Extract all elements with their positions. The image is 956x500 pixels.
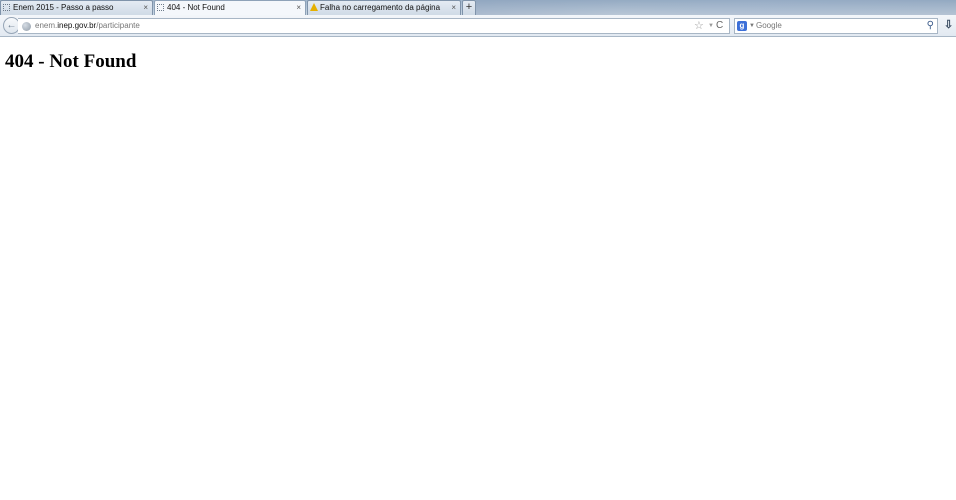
tab-label: Enem 2015 - Passo a passo [13,3,114,12]
page-content: 404 - Not Found [0,38,956,500]
tab-404-not-found[interactable]: 404 - Not Found × [154,0,306,15]
history-dropdown-icon[interactable]: ▼ [708,20,714,33]
tab-falha-carregamento[interactable]: Falha no carregamento da página × [307,0,461,15]
page-title: 404 - Not Found [5,51,137,72]
search-bar[interactable]: g ▼ Google ⚲ [734,18,938,34]
bookmark-star-icon[interactable]: ☆ [694,19,704,33]
blank-page-icon [3,4,10,11]
navigation-bar: ← enem.inep.gov.br/participante ☆ ▼ C g … [0,15,956,37]
search-input[interactable]: Google [756,20,782,32]
blank-page-icon [157,4,164,11]
warning-icon [310,3,318,11]
tab-label: 404 - Not Found [167,3,225,12]
url-path: /participante [96,21,140,30]
site-identity-icon[interactable] [22,22,31,31]
tab-label: Falha no carregamento da página [320,3,441,12]
search-engine-dropdown-icon[interactable]: ▼ [749,20,755,32]
url-bar[interactable]: enem.inep.gov.br/participante ☆ ▼ C [18,18,730,34]
close-tab-icon[interactable]: × [143,1,148,14]
url-host: inep.gov.br [57,21,97,30]
download-icon[interactable]: ⇩ [944,18,953,32]
close-tab-icon[interactable]: × [451,1,456,14]
tab-enem-passo-a-passo[interactable]: Enem 2015 - Passo a passo × [0,0,153,15]
close-tab-icon[interactable]: × [296,1,301,14]
google-engine-icon[interactable]: g [737,21,747,31]
search-icon[interactable]: ⚲ [927,19,934,33]
reload-icon[interactable]: C [716,19,723,33]
url-text[interactable]: enem.inep.gov.br/participante [35,20,140,32]
url-prefix: enem. [35,21,58,30]
tab-strip: Enem 2015 - Passo a passo × 404 - Not Fo… [0,0,956,15]
new-tab-button[interactable]: + [462,0,476,15]
